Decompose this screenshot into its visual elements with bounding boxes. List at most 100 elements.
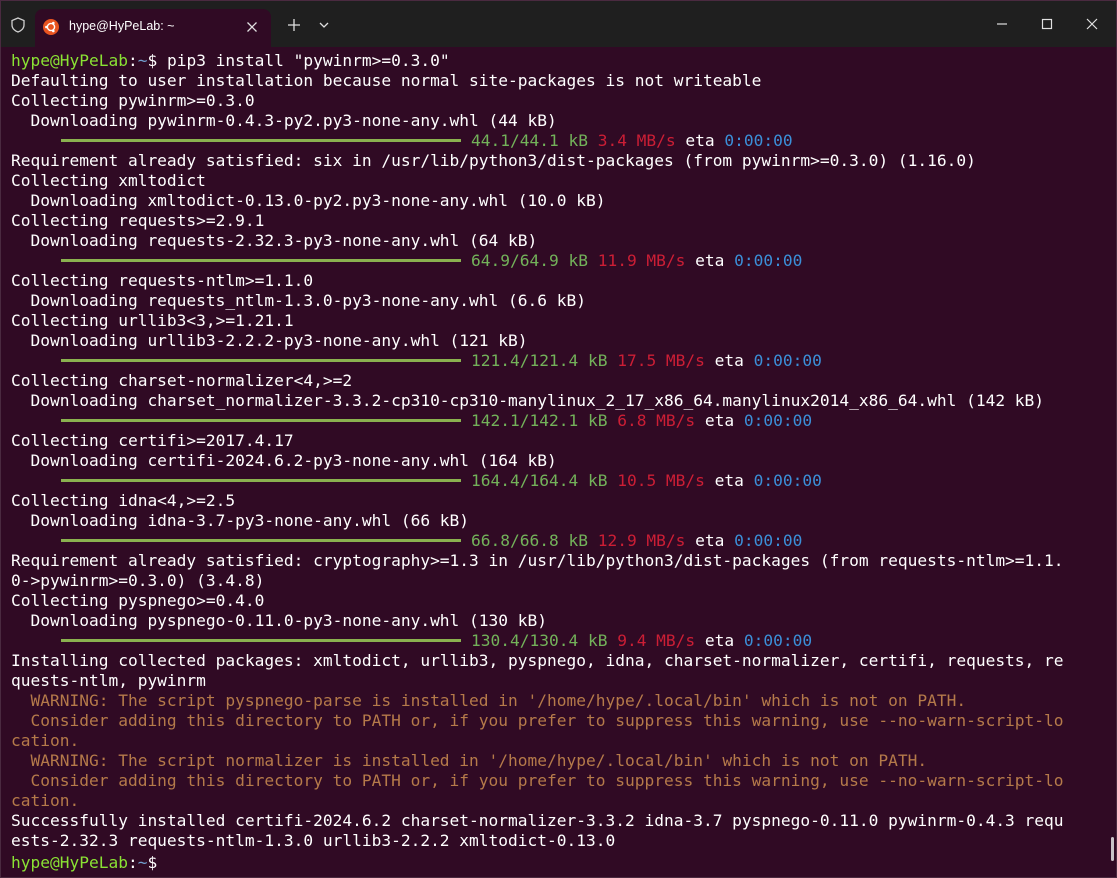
- progress-line: 64.9/64.9 kB 11.9 MB/s eta 0:00:00: [11, 251, 1106, 271]
- output-line: Requirement already satisfied: six in /u…: [11, 151, 976, 170]
- progress-eta: 0:00:00: [743, 631, 813, 650]
- output-line: ests-2.32.3 requests-ntlm-1.3.0 urllib3-…: [11, 831, 616, 850]
- progress-size: 64.9/64.9 kB: [471, 251, 588, 270]
- progress-eta: 0:00:00: [724, 131, 793, 150]
- ubuntu-icon: [43, 19, 59, 35]
- progress-line: 164.4/164.4 kB 10.5 MB/s eta 0:00:00: [11, 471, 1106, 491]
- output-line: Downloading pywinrm-0.4.3-py2.py3-none-a…: [11, 111, 557, 130]
- output-line: Defaulting to user installation because …: [11, 71, 762, 90]
- tab-active[interactable]: hype@HyPeLab: ~: [35, 9, 271, 47]
- warning-line: WARNING: The script normalizer is instal…: [11, 751, 928, 770]
- prompt-path: ~: [137, 853, 148, 872]
- output-line: Downloading idna-3.7-py3-none-any.whl (6…: [11, 511, 470, 530]
- title-bar: hype@HyPeLab: ~: [1, 1, 1116, 47]
- progress-bar: [61, 259, 461, 262]
- progress-bar: [61, 139, 461, 142]
- progress-speed: 9.4 MB/s: [617, 631, 696, 650]
- warning-line: cation.: [11, 731, 80, 750]
- output-line: Collecting idna<4,>=2.5: [11, 491, 236, 510]
- progress-bar: [61, 479, 461, 482]
- progress-size: 130.4/130.4 kB: [471, 631, 608, 650]
- maximize-icon[interactable]: [1034, 11, 1060, 37]
- progress-bar: [61, 359, 461, 362]
- output-line: Downloading pyspnego-0.11.0-py3-none-any…: [11, 611, 548, 630]
- progress-eta-label: eta: [704, 411, 735, 430]
- output-line: Downloading certifi-2024.6.2-py3-none-an…: [11, 451, 557, 470]
- progress-line: 142.1/142.1 kB 6.8 MB/s eta 0:00:00: [11, 411, 1106, 431]
- progress-eta: 0:00:00: [743, 411, 813, 430]
- prompt-user: hype@HyPeLab: [11, 51, 128, 70]
- output-line: Collecting requests>=2.9.1: [11, 211, 265, 230]
- output-line: Collecting charset-normalizer<4,>=2: [11, 371, 353, 390]
- progress-size: 44.1/44.1 kB: [471, 131, 588, 150]
- output-line: Collecting pyspnego>=0.4.0: [11, 591, 265, 610]
- progress-speed: 12.9 MB/s: [597, 531, 686, 550]
- progress-eta: 0:00:00: [753, 471, 822, 490]
- progress-eta: 0:00:00: [734, 531, 803, 550]
- progress-eta: 0:00:00: [734, 251, 803, 270]
- progress-size: 142.1/142.1 kB: [471, 411, 608, 430]
- prompt-path: ~: [137, 51, 148, 70]
- progress-eta-label: eta: [695, 251, 725, 270]
- prompt-line-current: hype@HyPeLab:~$: [11, 851, 1106, 872]
- progress-eta-label: eta: [695, 531, 725, 550]
- warning-line: Consider adding this directory to PATH o…: [11, 711, 1064, 730]
- terminal-output[interactable]: hype@HyPeLab:~$ pip3 install "pywinrm>=0…: [11, 51, 1106, 872]
- output-line: Requirement already satisfied: cryptogra…: [11, 551, 1064, 570]
- progress-size: 66.8/66.8 kB: [471, 531, 588, 550]
- output-line: Collecting urllib3<3,>=1.21.1: [11, 311, 294, 330]
- output-line: Downloading charset_normalizer-3.3.2-cp3…: [11, 391, 1045, 410]
- plus-icon[interactable]: [285, 16, 303, 34]
- progress-speed: 10.5 MB/s: [617, 471, 705, 490]
- progress-bar: [61, 539, 461, 542]
- progress-line: 130.4/130.4 kB 9.4 MB/s eta 0:00:00: [11, 631, 1106, 651]
- prompt-line: hype@HyPeLab:~$ pip3 install "pywinrm>=0…: [11, 51, 1106, 71]
- output-line: quests-ntlm, pywinrm: [11, 671, 206, 690]
- tab-close-icon[interactable]: [243, 18, 261, 36]
- warning-line: cation.: [11, 791, 80, 810]
- command-text: pip3 install "pywinrm>=0.3.0": [166, 51, 450, 70]
- shield-icon[interactable]: [10, 17, 26, 33]
- progress-speed: 11.9 MB/s: [597, 251, 686, 270]
- chevron-down-icon[interactable]: [317, 18, 331, 32]
- prompt-user: hype@HyPeLab: [11, 853, 128, 872]
- progress-eta: 0:00:00: [753, 351, 822, 370]
- minimize-icon[interactable]: [989, 11, 1015, 37]
- warning-line: WARNING: The script pyspnego-parse is in…: [11, 691, 967, 710]
- progress-size: 164.4/164.4 kB: [471, 471, 608, 490]
- progress-speed: 17.5 MB/s: [617, 351, 705, 370]
- progress-eta-label: eta: [704, 631, 735, 650]
- prompt-separator: :: [127, 853, 138, 872]
- output-line: Successfully installed certifi-2024.6.2 …: [11, 811, 1064, 830]
- progress-eta-label: eta: [714, 471, 744, 490]
- output-line: Installing collected packages: xmltodict…: [11, 651, 1064, 670]
- output-line: Downloading xmltodict-0.13.0-py2.py3-non…: [11, 191, 606, 210]
- progress-eta-label: eta: [714, 351, 744, 370]
- terminal-window: hype@HyPeLab: ~ hype@HyPeLab:~$ pip3 ins…: [0, 0, 1117, 878]
- progress-bar: [61, 639, 461, 642]
- progress-bar: [61, 419, 461, 422]
- progress-line: 121.4/121.4 kB 17.5 MB/s eta 0:00:00: [11, 351, 1106, 371]
- tab-title: hype@HyPeLab: ~: [69, 19, 175, 33]
- prompt-separator: :: [127, 51, 138, 70]
- output-line: 0->pywinrm>=0.3.0) (3.4.8): [11, 571, 265, 590]
- progress-eta-label: eta: [685, 131, 715, 150]
- progress-speed: 3.4 MB/s: [597, 131, 676, 150]
- close-icon[interactable]: [1079, 11, 1105, 37]
- warning-line: Consider adding this directory to PATH o…: [11, 771, 1064, 790]
- prompt-symbol: $: [147, 51, 167, 70]
- prompt-symbol: $: [147, 853, 167, 872]
- progress-size: 121.4/121.4 kB: [471, 351, 608, 370]
- output-line: Downloading urllib3-2.2.2-py3-none-any.w…: [11, 331, 528, 350]
- output-line: Collecting pywinrm>=0.3.0: [11, 91, 255, 110]
- output-line: Collecting requests-ntlm>=1.1.0: [11, 271, 314, 290]
- scrollbar-thumb[interactable]: [1111, 837, 1114, 861]
- output-line: Downloading requests_ntlm-1.3.0-py3-none…: [11, 291, 586, 310]
- progress-line: 44.1/44.1 kB 3.4 MB/s eta 0:00:00: [11, 131, 1106, 151]
- progress-line: 66.8/66.8 kB 12.9 MB/s eta 0:00:00: [11, 531, 1106, 551]
- output-line: Collecting certifi>=2017.4.17: [11, 431, 294, 450]
- text-cursor: [167, 851, 169, 868]
- output-line: Downloading requests-2.32.3-py3-none-any…: [11, 231, 538, 250]
- progress-speed: 6.8 MB/s: [617, 411, 696, 430]
- output-line: Collecting xmltodict: [11, 171, 206, 190]
